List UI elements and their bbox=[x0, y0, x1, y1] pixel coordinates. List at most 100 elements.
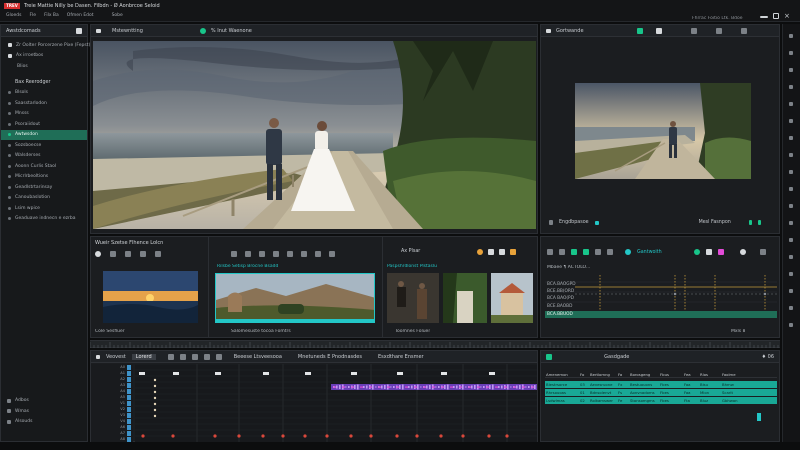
track-header[interactable]: A8 bbox=[91, 436, 133, 442]
layers-icon[interactable] bbox=[488, 249, 494, 255]
track-enable-icon[interactable] bbox=[127, 412, 131, 418]
marker-icon[interactable] bbox=[748, 220, 752, 225]
track-enable-icon[interactable] bbox=[127, 430, 131, 436]
star-icon[interactable] bbox=[546, 353, 552, 360]
table-row[interactable]: Lsdwlmas 02 Rolkamswer Fe Stonsomgms Fbes Fta B… bbox=[545, 397, 777, 404]
tool-strip-icon[interactable] bbox=[789, 289, 793, 293]
fx-icon[interactable] bbox=[510, 249, 516, 255]
sidebar-item[interactable]: Sozsboecse bbox=[1, 140, 87, 151]
palette-icon[interactable] bbox=[571, 249, 577, 255]
histogram-icon[interactable] bbox=[607, 249, 613, 255]
track-enable-icon[interactable] bbox=[127, 364, 131, 370]
playhead-marker[interactable] bbox=[757, 413, 761, 421]
scope-icon[interactable] bbox=[625, 249, 631, 255]
track-enable-icon[interactable] bbox=[127, 400, 131, 406]
viewer-tab[interactable]: % Inut Waenone bbox=[211, 28, 252, 34]
project-line[interactable]: Zr Oolter Porcerzene Pixe (Fepst) bbox=[1, 40, 90, 51]
clip-thumb-ruins[interactable] bbox=[215, 273, 375, 323]
folder-icon[interactable] bbox=[245, 251, 251, 257]
sidebar-footer-item[interactable]: Wmas bbox=[5, 406, 32, 417]
timeline-tab[interactable]: Esxdthare Ensmer bbox=[378, 354, 424, 360]
tool-strip-icon[interactable] bbox=[789, 136, 793, 140]
track-enable-icon[interactable] bbox=[127, 370, 131, 376]
link-icon[interactable] bbox=[636, 27, 643, 34]
tool-strip-icon[interactable] bbox=[789, 170, 793, 174]
check-icon[interactable] bbox=[693, 249, 700, 255]
menu-icon[interactable] bbox=[546, 28, 551, 33]
sidebar-footer-item[interactable]: Alsouds bbox=[5, 417, 32, 428]
tool-strip-icon[interactable] bbox=[789, 187, 793, 191]
tool-strip-icon[interactable] bbox=[789, 68, 793, 72]
clip-thumb-house[interactable] bbox=[491, 273, 533, 323]
track-enable-icon[interactable] bbox=[127, 388, 131, 394]
tool-strip-icon[interactable] bbox=[789, 323, 793, 327]
wheel-icon[interactable] bbox=[583, 249, 589, 255]
table-row[interactable]: Rhrsouoas 01 Bdnsolenvt Fs Aonvnadoms Fbes Faa… bbox=[545, 389, 777, 396]
clip-icon[interactable] bbox=[329, 251, 335, 257]
curve-icon[interactable] bbox=[559, 249, 565, 255]
crop-icon[interactable] bbox=[499, 249, 505, 255]
sidebar-item[interactable]: Lsim wpice bbox=[1, 203, 87, 214]
sidebar-item[interactable]: Mnsss bbox=[1, 109, 87, 120]
marker-icon[interactable] bbox=[215, 353, 222, 360]
slip-icon[interactable] bbox=[179, 353, 186, 360]
timeline-tool[interactable]: Veovest bbox=[106, 354, 126, 360]
scope-label[interactable]: Gantwoith bbox=[637, 250, 662, 255]
grid-icon[interactable] bbox=[705, 249, 712, 255]
minimize-icon[interactable] bbox=[760, 16, 768, 18]
menu-item[interactable]: Sobe bbox=[112, 13, 123, 18]
sort-icon[interactable] bbox=[140, 251, 146, 257]
project-line[interactable]: Ax irroetbos bbox=[1, 51, 87, 62]
record-icon[interactable] bbox=[199, 27, 206, 34]
clip-icon[interactable] bbox=[273, 251, 279, 257]
menu-item[interactable]: Filx Ba bbox=[44, 13, 59, 18]
tool-strip-icon[interactable] bbox=[789, 119, 793, 123]
window-icon[interactable] bbox=[690, 27, 697, 34]
tool-strip-icon[interactable] bbox=[789, 85, 793, 89]
marker-icon[interactable] bbox=[757, 220, 761, 225]
clip-thumb-sunset[interactable] bbox=[103, 271, 198, 323]
sidebar-item[interactable]: Psoraiidout bbox=[1, 119, 87, 130]
track-enable-icon[interactable] bbox=[127, 394, 131, 400]
export-icon[interactable] bbox=[715, 27, 722, 34]
table-row[interactable]: Blestrsorce 03 Aevesruone Fx Bestuouons Fbes F… bbox=[545, 381, 777, 388]
track-enable-icon[interactable] bbox=[127, 436, 131, 442]
hand-icon[interactable] bbox=[203, 353, 210, 360]
color-icon[interactable] bbox=[477, 249, 483, 255]
timeline-tab[interactable]: Mnetuneds E Pnodnasdes bbox=[298, 354, 362, 360]
sidebar-item[interactable]: Geadlstrtarinsay bbox=[1, 182, 87, 193]
info-icon[interactable] bbox=[739, 249, 746, 255]
tool-strip-icon[interactable] bbox=[789, 255, 793, 259]
track-enable-icon[interactable] bbox=[127, 382, 131, 388]
grid-icon[interactable] bbox=[594, 220, 599, 225]
track-enable-icon[interactable] bbox=[127, 418, 131, 424]
sidebar-item[interactable]: Blsols bbox=[1, 88, 87, 99]
sidebar-item[interactable]: Canoubaslotion bbox=[1, 193, 87, 204]
tool-strip-icon[interactable] bbox=[789, 34, 793, 38]
fullscreen-icon[interactable] bbox=[740, 27, 747, 34]
sliders-icon[interactable] bbox=[595, 249, 601, 255]
hamburger-icon[interactable] bbox=[96, 28, 101, 33]
sidebar-item[interactable]: Aoonn Curlis Staol bbox=[1, 161, 87, 172]
sidebar-item[interactable]: Micrlrbeoltions bbox=[1, 172, 87, 183]
razor-icon[interactable] bbox=[167, 353, 174, 360]
scope-active-row[interactable]: BCA.BBUOD bbox=[545, 311, 777, 318]
lock-icon[interactable] bbox=[549, 220, 553, 225]
tool-strip-icon[interactable] bbox=[789, 238, 793, 242]
tool-strip-icon[interactable] bbox=[789, 306, 793, 310]
track-enable-icon[interactable] bbox=[127, 406, 131, 412]
maximize-icon[interactable] bbox=[773, 13, 779, 19]
clip-thumb-garden[interactable] bbox=[443, 273, 487, 323]
menu-item[interactable]: Ofmen Edot bbox=[67, 13, 94, 18]
menu-item[interactable]: Gloeds bbox=[6, 13, 21, 18]
sidebar-item[interactable]: Awtwsdon bbox=[1, 129, 87, 140]
folder-icon[interactable] bbox=[231, 251, 237, 257]
tool-strip-icon[interactable] bbox=[789, 221, 793, 225]
sidebar-footer-item[interactable]: Adbos bbox=[5, 396, 32, 407]
color-swatch-icon[interactable] bbox=[717, 249, 724, 255]
sidebar-item[interactable]: Geaduave indnecn e ezrba bbox=[1, 214, 87, 225]
tool-strip-icon[interactable] bbox=[789, 102, 793, 106]
clip-icon[interactable] bbox=[301, 251, 307, 257]
tool-strip-icon[interactable] bbox=[789, 272, 793, 276]
zoom-icon[interactable] bbox=[191, 353, 198, 360]
